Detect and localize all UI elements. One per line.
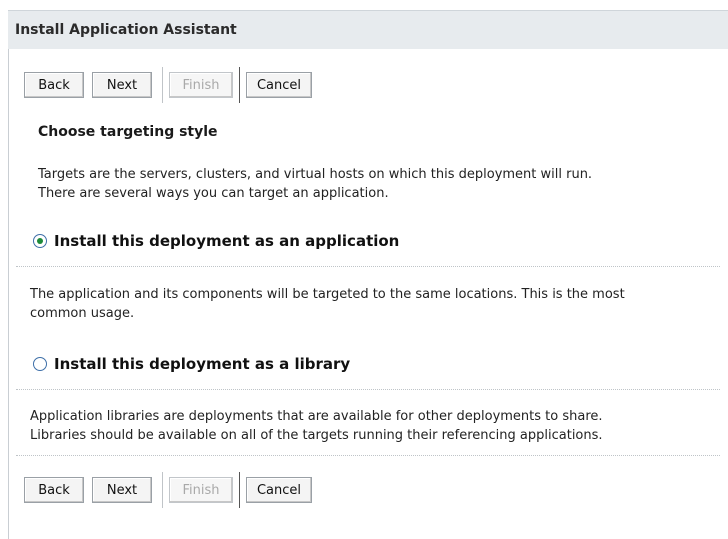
description-line: Libraries should be available on all of … [30, 428, 603, 443]
title-bar: Install Application Assistant [8, 10, 728, 49]
option-application[interactable]: Install this deployment as an applicatio… [33, 232, 399, 250]
intro-line-2: There are several ways you can target an… [38, 186, 389, 201]
divider [16, 389, 720, 390]
next-button[interactable]: Next [92, 72, 152, 98]
divider [16, 266, 720, 267]
option-library-description: Application libraries are deployments th… [30, 407, 603, 445]
bottom-button-row: Back Next Finish Cancel [24, 472, 312, 508]
back-button[interactable]: Back [24, 72, 84, 98]
separator [162, 67, 163, 103]
window-title: Install Application Assistant [15, 22, 237, 38]
radio-application[interactable] [33, 234, 47, 248]
intro-line-1: Targets are the servers, clusters, and v… [38, 167, 593, 182]
next-button[interactable]: Next [92, 477, 152, 503]
separator [239, 67, 240, 103]
cancel-button[interactable]: Cancel [246, 477, 312, 503]
option-library[interactable]: Install this deployment as a library [33, 355, 350, 373]
option-library-label[interactable]: Install this deployment as a library [54, 355, 350, 373]
radio-library[interactable] [33, 357, 47, 371]
cancel-button[interactable]: Cancel [246, 72, 312, 98]
back-button[interactable]: Back [24, 477, 84, 503]
option-application-description: The application and its components will … [30, 285, 625, 323]
finish-button[interactable]: Finish [169, 72, 233, 98]
intro-text: Targets are the servers, clusters, and v… [38, 165, 592, 203]
top-button-row: Back Next Finish Cancel [24, 67, 312, 103]
description-line: The application and its components will … [30, 287, 625, 302]
divider [16, 455, 720, 456]
description-line: Application libraries are deployments th… [30, 409, 603, 424]
option-application-label[interactable]: Install this deployment as an applicatio… [54, 232, 399, 250]
section-heading: Choose targeting style [38, 124, 218, 140]
description-line: common usage. [30, 306, 135, 321]
separator [162, 472, 163, 508]
finish-button[interactable]: Finish [169, 477, 233, 503]
separator [239, 472, 240, 508]
